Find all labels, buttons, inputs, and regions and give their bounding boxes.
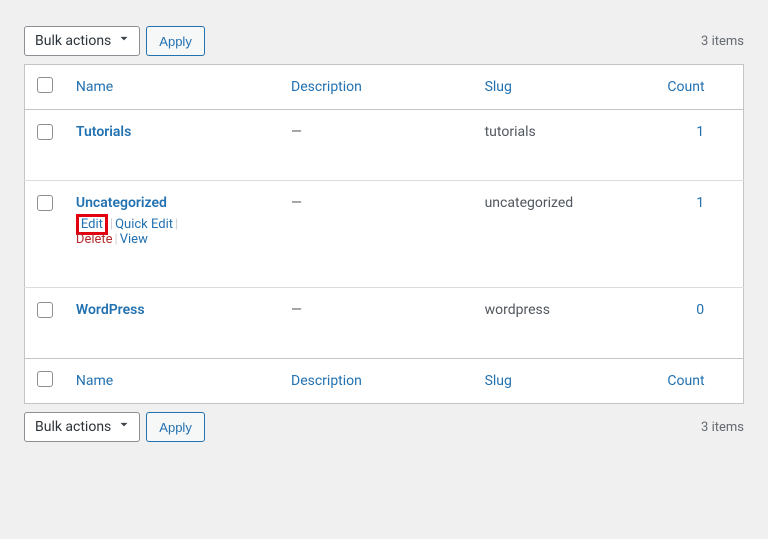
- column-footer-name[interactable]: Name: [76, 373, 113, 389]
- select-all-footer: [25, 359, 66, 404]
- tablenav-bottom: Bulk actions Apply 3 items: [24, 412, 744, 442]
- row-description: —: [281, 110, 475, 181]
- column-footer-count[interactable]: Count: [667, 373, 704, 389]
- column-footer-description[interactable]: Description: [291, 373, 362, 389]
- separator: |: [113, 232, 120, 247]
- bulk-actions-select[interactable]: Bulk actions: [24, 26, 140, 56]
- categories-table: Name Description Slug Count Tutorials — …: [24, 64, 744, 404]
- tablenav-top: Bulk actions Apply 3 items: [24, 26, 744, 56]
- column-header-description[interactable]: Description: [291, 79, 362, 95]
- bulk-actions-label-bottom: Bulk actions: [35, 419, 111, 435]
- bulk-actions-select-bottom[interactable]: Bulk actions: [24, 412, 140, 442]
- items-count-bottom: 3 items: [701, 420, 744, 435]
- row-slug: wordpress: [475, 288, 658, 359]
- row-title-link[interactable]: WordPress: [76, 302, 145, 318]
- select-all-checkbox[interactable]: [37, 77, 53, 93]
- row-count-link[interactable]: 0: [696, 302, 704, 318]
- bulk-actions-label: Bulk actions: [35, 33, 111, 49]
- edit-link[interactable]: Edit: [81, 217, 103, 232]
- column-header-count[interactable]: Count: [667, 79, 704, 95]
- row-title-link[interactable]: Tutorials: [76, 124, 131, 140]
- row-actions: Edit|Quick Edit| Delete|View: [76, 217, 271, 247]
- row-count-link[interactable]: 1: [696, 195, 704, 211]
- apply-button[interactable]: Apply: [146, 26, 205, 56]
- table-row: Tutorials — tutorials 1: [25, 110, 744, 181]
- row-slug: uncategorized: [475, 181, 658, 288]
- view-link[interactable]: View: [120, 232, 148, 247]
- chevron-down-icon: [117, 32, 131, 50]
- row-checkbox[interactable]: [37, 302, 53, 318]
- row-checkbox[interactable]: [37, 124, 53, 140]
- row-checkbox[interactable]: [37, 195, 53, 211]
- row-description: —: [281, 181, 475, 288]
- separator: |: [173, 217, 180, 232]
- bulk-actions-top: Bulk actions Apply: [24, 26, 205, 56]
- delete-link[interactable]: Delete: [76, 232, 113, 247]
- row-count-link[interactable]: 1: [696, 124, 704, 140]
- apply-button-bottom[interactable]: Apply: [146, 412, 205, 442]
- table-body: Tutorials — tutorials 1 Uncategorized Ed…: [25, 110, 744, 359]
- items-count-top: 3 items: [701, 34, 744, 49]
- select-all-checkbox-footer[interactable]: [37, 371, 53, 387]
- table-header: Name Description Slug Count: [25, 65, 744, 110]
- bulk-actions-bottom: Bulk actions Apply: [24, 412, 205, 442]
- table-row: Uncategorized Edit|Quick Edit| Delete|Vi…: [25, 181, 744, 288]
- row-title-link[interactable]: Uncategorized: [76, 195, 167, 211]
- column-header-slug[interactable]: Slug: [485, 79, 512, 95]
- column-header-name[interactable]: Name: [76, 79, 113, 95]
- row-description: —: [281, 288, 475, 359]
- chevron-down-icon: [117, 418, 131, 436]
- table-footer: Name Description Slug Count: [25, 359, 744, 404]
- quick-edit-link[interactable]: Quick Edit: [115, 217, 173, 232]
- row-slug: tutorials: [475, 110, 658, 181]
- select-all-header: [25, 65, 66, 110]
- column-footer-slug[interactable]: Slug: [485, 373, 512, 389]
- table-row: WordPress — wordpress 0: [25, 288, 744, 359]
